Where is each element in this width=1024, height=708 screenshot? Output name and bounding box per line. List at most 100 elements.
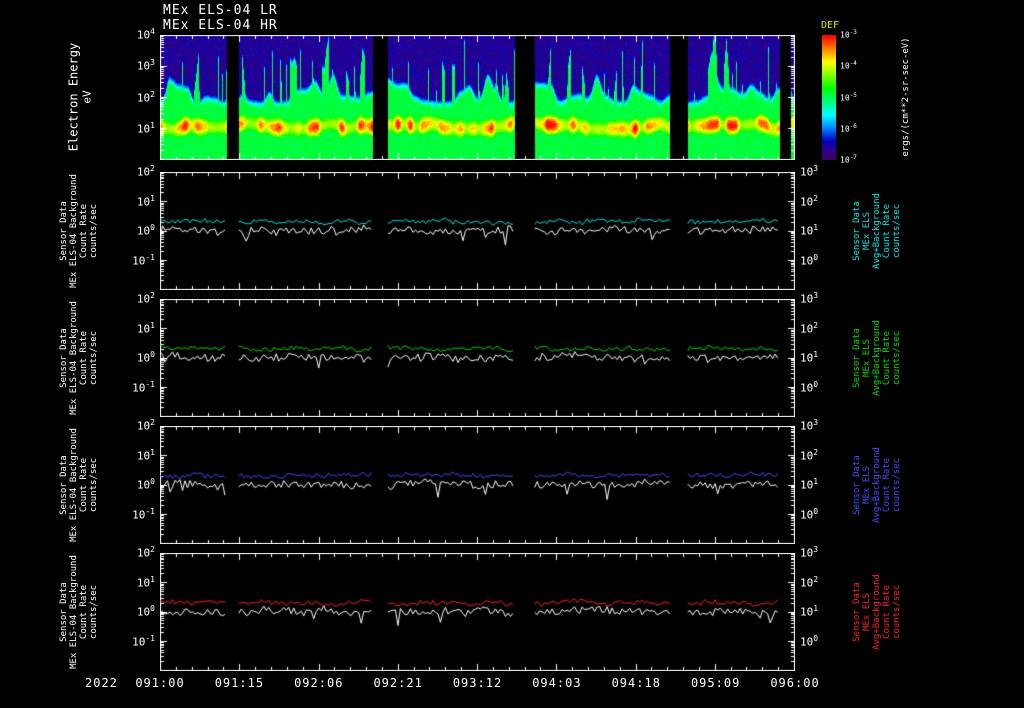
- panel1-left-line1: Sensor Data: [59, 201, 69, 261]
- panel2-right-tick-label: 103: [800, 290, 819, 306]
- panel2-left-tick-label: 10-1: [132, 379, 155, 394]
- panel2-left-tick-label: 101: [136, 320, 155, 335]
- plot-title: MEx ELS-04 LR MEx ELS-04 HR: [163, 3, 278, 33]
- panel2-left-line1: Sensor Data: [59, 328, 69, 388]
- count-rate-panel-blue: [160, 426, 795, 544]
- panel4-left-tick-label: 100: [136, 603, 155, 619]
- panel1-left-line3: Count Rate: [79, 203, 89, 259]
- panel4-right-tick-label: 100: [800, 633, 819, 648]
- panel2-right-line3: Count Rate: [882, 330, 892, 386]
- panel1-left-axis-label: Sensor Data MEx ELS-04 Background Count …: [59, 172, 99, 290]
- colorbar-tick-label: 10-3: [840, 28, 857, 40]
- panel2-left-tick-label: 100: [136, 349, 155, 365]
- panel3-left-tick-label: 100: [136, 476, 155, 492]
- x-tick-label: 093:12: [452, 676, 503, 690]
- panel1-left-tick-label: 100: [136, 222, 155, 238]
- year-label: 2022: [85, 676, 118, 690]
- panel2-left-line3: Count Rate: [79, 330, 89, 386]
- panel4-left-axis-label: Sensor Data MEx ELS-04 Background Count …: [59, 553, 99, 671]
- panel4-left-line3: Count Rate: [79, 584, 89, 640]
- x-tick-label: 095:09: [690, 676, 741, 690]
- spectrogram-ytick-label: 101: [136, 120, 155, 136]
- panel3-left-axis-label: Sensor Data MEx ELS-04 Background Count …: [59, 426, 99, 544]
- panel4-left-tick-label: 102: [136, 544, 155, 560]
- panel2-right-tick-label: 102: [800, 320, 819, 335]
- electron-energy-label: Electron Energy: [66, 42, 81, 152]
- panel4-right-line1: Sensor Data: [852, 582, 862, 642]
- panel1-left-tick-label: 102: [136, 163, 155, 179]
- flux-colorbar: [822, 35, 836, 160]
- x-tick-label: 092:21: [373, 676, 423, 690]
- panel3-right-line1: Sensor Data: [852, 455, 862, 515]
- colorbar-tick-label: 10-4: [840, 60, 857, 71]
- panel2-right-line2: MEx ELS Avg+Background: [862, 320, 882, 396]
- colorbar-tick-label: 10-7: [840, 153, 857, 165]
- spectrogram-y-axis-label: Electron Energy eV: [66, 35, 96, 160]
- panel4-left-line1: Sensor Data: [59, 582, 69, 642]
- panel1-right-axis-label: Sensor Data MEx ELS Avg+Background Count…: [852, 172, 902, 290]
- x-tick-label: 092:06: [294, 676, 344, 690]
- els-quicklook-plot: MEx ELS-04 LR MEx ELS-04 HR Electron Ene…: [0, 0, 1024, 708]
- panel1-right-line1: Sensor Data: [852, 201, 862, 261]
- plot-title-hr: MEx ELS-04 HR: [163, 18, 278, 33]
- colorbar-tick-label: 10-6: [840, 122, 857, 134]
- panel3-left-line3: Count Rate: [79, 457, 89, 513]
- panel4-right-tick-label: 103: [800, 544, 819, 560]
- panel2-right-tick-label: 100: [800, 379, 819, 394]
- panel1-left-tick-label: 10-1: [132, 252, 155, 267]
- x-tick-label: 091:15: [214, 676, 265, 690]
- panel1-right-line2: MEx ELS Avg+Background: [862, 193, 882, 269]
- panel3-right-axis-label: Sensor Data MEx ELS Avg+Background Count…: [852, 426, 902, 544]
- panel4-left-line4: counts/sec: [89, 584, 99, 640]
- x-tick-label: 094:03: [532, 676, 582, 690]
- panel1-left-tick-label: 101: [136, 193, 155, 208]
- panel2-right-axis-label: Sensor Data MEx ELS Avg+Background Count…: [852, 299, 902, 417]
- colorbar-tick-label: 10-5: [840, 91, 857, 102]
- panel1-left-line2: MEx ELS-04 Background: [69, 174, 79, 288]
- count-rate-panel-red: [160, 553, 795, 671]
- electron-energy-spectrogram: [160, 35, 795, 160]
- spectrogram-ytick-label: 104: [136, 26, 155, 42]
- panel3-left-line1: Sensor Data: [59, 455, 69, 515]
- panel1-right-tick-label: 103: [800, 163, 819, 179]
- panel3-right-line2: MEx ELS Avg+Background: [862, 447, 882, 523]
- panel4-left-tick-label: 101: [136, 574, 155, 589]
- panel4-right-tick-label: 101: [800, 603, 819, 619]
- panel3-left-line4: counts/sec: [89, 457, 99, 513]
- panel4-left-tick-label: 10-1: [132, 633, 155, 648]
- panel4-right-line2: MEx ELS Avg+Background: [862, 574, 882, 650]
- panel2-left-axis-label: Sensor Data MEx ELS-04 Background Count …: [59, 299, 99, 417]
- panel1-left-line4: counts/sec: [89, 203, 99, 259]
- panel1-right-tick-label: 102: [800, 193, 819, 208]
- panel4-left-line2: MEx ELS-04 Background: [69, 555, 79, 669]
- panel3-right-line4: counts/sec: [892, 457, 902, 513]
- plot-title-lr: MEx ELS-04 LR: [163, 3, 278, 18]
- ev-unit-label: eV: [80, 90, 94, 104]
- panel4-right-axis-label: Sensor Data MEx ELS Avg+Background Count…: [852, 553, 902, 671]
- panel4-right-tick-label: 102: [800, 574, 819, 589]
- panel2-left-tick-label: 102: [136, 290, 155, 306]
- spectrogram-ytick-label: 103: [136, 58, 155, 73]
- colorbar-unit-label: ergs/(cm**2-sr-sec-eV): [901, 37, 911, 157]
- panel3-left-line2: MEx ELS-04 Background: [69, 428, 79, 542]
- panel4-right-line3: Count Rate: [882, 584, 892, 640]
- panel3-right-tick-label: 101: [800, 476, 819, 492]
- x-tick-label: 096:00: [770, 676, 820, 690]
- panel3-right-tick-label: 102: [800, 447, 819, 462]
- panel2-right-line4: counts/sec: [892, 330, 902, 386]
- spectrogram-ytick-label: 102: [136, 89, 155, 104]
- panel2-right-tick-label: 101: [800, 349, 819, 365]
- panel1-right-line4: counts/sec: [892, 203, 902, 259]
- count-rate-panel-cyan: [160, 172, 795, 290]
- panel3-left-tick-label: 101: [136, 447, 155, 462]
- panel2-right-line1: Sensor Data: [852, 328, 862, 388]
- panel3-right-tick-label: 100: [800, 506, 819, 521]
- panel2-left-line2: MEx ELS-04 Background: [69, 301, 79, 415]
- panel1-right-line3: Count Rate: [882, 203, 892, 259]
- panel4-right-line4: counts/sec: [892, 584, 902, 640]
- panel1-right-tick-label: 101: [800, 222, 819, 238]
- x-tick-label: 094:18: [611, 676, 661, 690]
- panel3-right-tick-label: 103: [800, 417, 819, 433]
- colorbar-title: DEF: [820, 20, 840, 31]
- panel3-left-tick-label: 10-1: [132, 506, 155, 521]
